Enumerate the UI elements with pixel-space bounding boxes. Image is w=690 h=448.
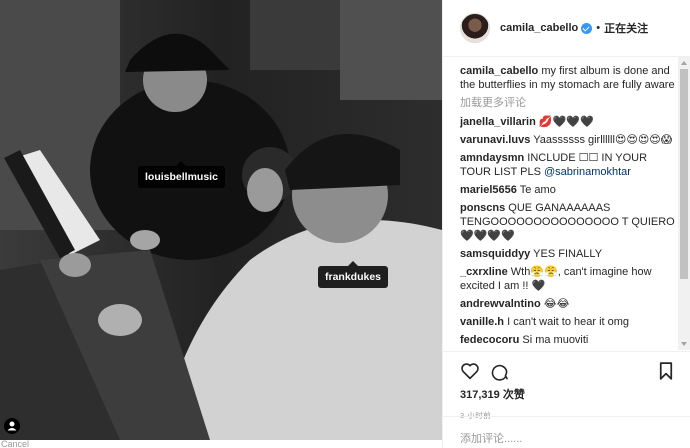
- comment-username[interactable]: _cxrxline: [460, 266, 508, 278]
- comment: janella_villarin 💋🖤🖤🖤: [460, 115, 676, 129]
- like-count[interactable]: 317,319 次赞: [460, 386, 673, 402]
- comment: ponscns QUE GANAAAAAAS TENGOOOOOOOOOOOOO…: [460, 201, 676, 243]
- comment-text: I can't wait to hear it omg: [507, 316, 630, 328]
- comment-username[interactable]: ponscns: [460, 202, 505, 214]
- comment-username[interactable]: varunavi.luvs: [460, 134, 530, 146]
- comments-list[interactable]: camila_cabello my first album is done an…: [460, 64, 676, 351]
- following-button[interactable]: 正在关注: [604, 20, 648, 36]
- comment-username[interactable]: mariel5656: [460, 184, 517, 196]
- comment: _cxrxline Wth😤😤, can't imagine how excit…: [460, 265, 676, 293]
- comment-username[interactable]: janella_villarin: [460, 116, 536, 128]
- comment-icon[interactable]: [490, 362, 509, 384]
- load-more-comments[interactable]: 加载更多评论: [460, 96, 676, 110]
- post-actions: 317,319 次赞 3 小时前: [443, 351, 690, 421]
- caption-username[interactable]: camila_cabello: [460, 65, 538, 77]
- comment-text: Si ma muoviti: [522, 334, 589, 346]
- post-photo[interactable]: louisbellmusic frankdukes: [0, 0, 442, 440]
- comment-text: Yaassssss girllllll😍😍😍😍😱: [533, 134, 673, 146]
- action-icons: [460, 358, 673, 384]
- comment-username[interactable]: amndaysmn: [460, 152, 524, 164]
- verified-badge-icon: [581, 22, 593, 34]
- header-username[interactable]: camila_cabello: [500, 22, 578, 34]
- comment-username[interactable]: andrewvalntino: [460, 298, 541, 310]
- comment-text: Te amo: [519, 184, 556, 196]
- bookmark-icon[interactable]: [659, 362, 673, 383]
- comment-text: 💋🖤🖤🖤: [538, 116, 594, 128]
- comment: vanille.h I can't wait to hear it omg: [460, 315, 676, 329]
- add-comment-input[interactable]: 添加评论......: [443, 416, 690, 446]
- comment: amndaysmn INCLUDE ☐☐ IN YOUR TOUR LIST P…: [460, 151, 676, 179]
- heart-icon[interactable]: [460, 362, 480, 383]
- comment: varunavi.luvs Yaassssss girllllll😍😍😍😍😱: [460, 133, 676, 147]
- comment: fedecocoru Si ma muoviti: [460, 333, 676, 347]
- comment-text: 😂😂: [543, 298, 570, 310]
- tagged-users-icon[interactable]: [4, 418, 20, 434]
- post-header: camila_cabello • 正在关注: [443, 0, 690, 57]
- scrollbar-thumb[interactable]: [680, 69, 688, 279]
- post-side-panel: camila_cabello • 正在关注 camila_cabello my …: [442, 0, 690, 448]
- comments-scrollbar[interactable]: [678, 57, 690, 350]
- comment-text: YES FINALLY: [533, 248, 603, 260]
- avatar[interactable]: [460, 13, 490, 43]
- scroll-up-icon[interactable]: [681, 61, 687, 65]
- photo-tag-frankdukes[interactable]: frankdukes: [318, 261, 389, 288]
- separator-dot: •: [596, 22, 601, 34]
- instagram-post-modal: louisbellmusic frankdukes Cancel camila_…: [0, 0, 690, 448]
- post-caption: camila_cabello my first album is done an…: [460, 64, 676, 92]
- cut-off-text: Cancel: [0, 440, 442, 448]
- comment-username[interactable]: vanille.h: [460, 316, 504, 328]
- comment-username[interactable]: samsquiddyy: [460, 248, 530, 260]
- comment-mention[interactable]: @sabrinamokhtar: [544, 166, 631, 178]
- photo-image: [0, 0, 442, 440]
- comment: mariel5656 Te amo: [460, 183, 676, 197]
- scroll-down-icon[interactable]: [681, 342, 687, 346]
- comment: andrewvalntino 😂😂: [460, 297, 676, 311]
- comment: samsquiddyy YES FINALLY: [460, 247, 676, 261]
- photo-tag-louisbellmusic[interactable]: louisbellmusic: [138, 161, 225, 188]
- comment-username[interactable]: fedecocoru: [460, 334, 519, 346]
